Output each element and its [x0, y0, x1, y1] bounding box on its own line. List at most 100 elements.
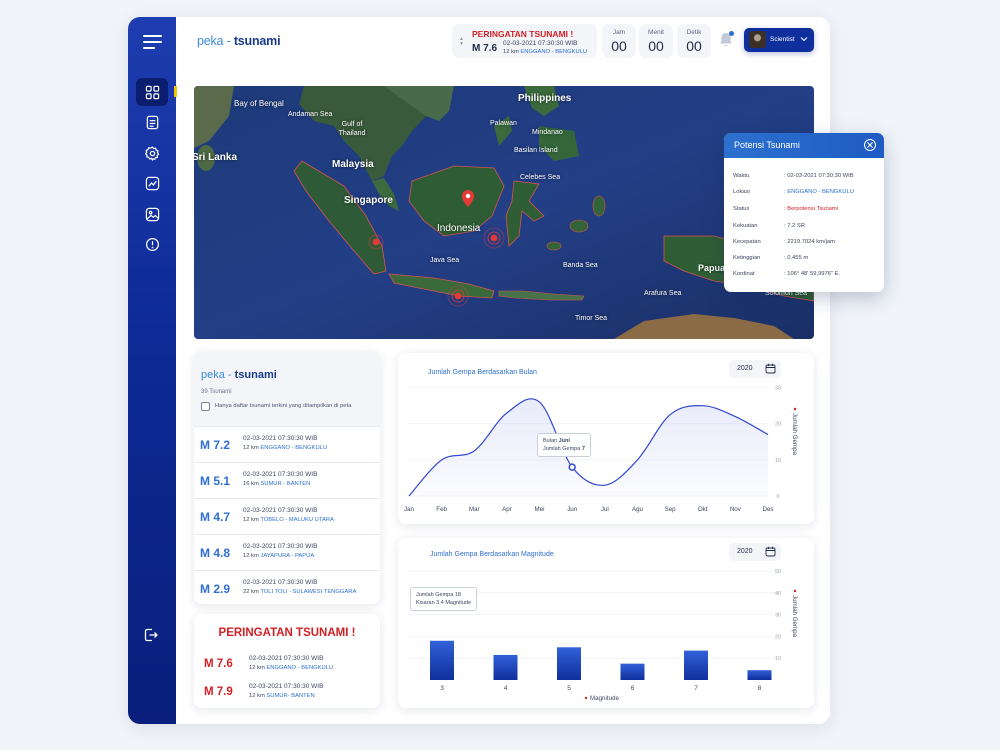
tooltip-value: 7 [581, 446, 585, 452]
y-tick-label: 20 [775, 422, 781, 428]
list-item-magnitude: M 4.7 [200, 510, 231, 524]
tooltip-label: Bulan [543, 438, 558, 444]
x-tick-label: Jan [404, 506, 415, 513]
list-item[interactable]: M 7.2 02-03-2021 07:30:30 WIB 12 km ENGG… [194, 426, 380, 462]
map-label: Singapore [344, 195, 393, 206]
x-tick-label: Feb [436, 506, 447, 513]
map-label: Mindanao [532, 129, 563, 136]
popup-row-value: : 106° 48' 59,9976" E. [784, 271, 841, 277]
year-value: 2020 [737, 365, 753, 372]
user-menu-button[interactable]: Scientist [744, 28, 814, 52]
popup-row-key: Kordinat [733, 271, 755, 277]
x-tick-label: 5 [567, 685, 571, 692]
data-point [568, 463, 576, 471]
popup-row: Kecepatan: 2219.7024 km/jam [733, 239, 835, 245]
list-header: peka - tsunami 39 Tsunami Hanya daftar t… [194, 352, 380, 426]
alert-scroll-icon[interactable]: ▲ ▼ [459, 37, 464, 47]
y-tick-label: 30 [775, 613, 781, 619]
filter-checkbox[interactable] [201, 402, 210, 411]
popup-row-key: Kecepatan [733, 239, 761, 245]
list-item-distance: 22 km [243, 589, 259, 595]
popup-row: Ketinggian: 0.455 m [733, 255, 808, 261]
menu-icon[interactable] [143, 35, 162, 49]
x-tick-label: 8 [758, 685, 762, 692]
list-item-magnitude: M 7.2 [200, 438, 231, 452]
trend-chart-icon [145, 176, 159, 190]
y-tick-label: 50 [775, 569, 781, 575]
y-tick-label: 0 [776, 494, 779, 500]
notification-button[interactable] [717, 30, 735, 50]
header-tsunami-alert[interactable]: PERINGATAN TSUNAMI ! ▲ ▼ M 7.6 02-03-2021… [452, 24, 597, 58]
bar [620, 663, 645, 680]
tooltip-line2: Jumlah Gempa 7 [543, 445, 585, 453]
logo-text-part2: tsunami [233, 34, 281, 48]
list-item-datetime: 02-03-2021 07:30:30 WIB [243, 507, 318, 514]
tsunami-map[interactable]: Bay of Bengal Andaman Sea Gulf of Thaila… [194, 86, 814, 339]
year-selector[interactable]: 2020 [729, 360, 781, 378]
x-tick-label: 6 [631, 685, 635, 692]
tooltip-line2: Kisaran 3.4 Magnitude [416, 600, 472, 606]
sidebar-item-settings[interactable] [136, 139, 168, 167]
logo-separator: - [223, 34, 234, 48]
bar [430, 640, 454, 680]
close-icon [866, 141, 873, 148]
sidebar-item-reports[interactable] [136, 108, 168, 136]
calendar-icon [765, 363, 776, 374]
legend-dot [793, 589, 797, 593]
app-logo[interactable]: peka - tsunami [197, 34, 281, 48]
dashboard-icon [145, 85, 159, 99]
sidebar-item-gallery[interactable] [136, 200, 168, 228]
list-item-magnitude: M 2.9 [200, 582, 231, 596]
map-label: Bay of Bengal [234, 99, 284, 108]
map-label: Indonesia [437, 223, 481, 234]
countdown-minutes: Menit 00 [639, 24, 673, 58]
popup-row: Status: Berpotensi Tsunami [733, 206, 838, 212]
year-selector[interactable]: 2020 [729, 543, 781, 561]
popup-title: Potensi Tsunami [724, 133, 884, 158]
tooltip-label: Jumlah Gempa [543, 446, 581, 452]
sidebar-item-statistics[interactable] [136, 169, 168, 197]
tsunami-list-panel: peka - tsunami 39 Tsunami Hanya daftar t… [194, 352, 380, 604]
x-tick-label: Nov [730, 506, 742, 513]
close-button[interactable] [864, 139, 876, 151]
y-tick-label: 30 [775, 386, 781, 392]
list-item[interactable]: M 4.7 02-03-2021 07:30:30 WIB 12 km TOBE… [194, 498, 380, 534]
monthly-line-chart: 0 10 20 30 Jan Feb Mar Apr Mei Jun Jul Agu Sep Okt Nov… [404, 386, 798, 513]
avatar [749, 31, 766, 48]
x-tick-label: Mei [535, 506, 545, 513]
list-item-location: JAYAPURA - PAPUA [260, 553, 315, 559]
map-label: Palawan [490, 120, 517, 127]
popup-row-value: : 7.2 SR [784, 223, 805, 229]
list-item[interactable]: M 2.9 02-03-2021 07:30:30 WIB 22 km TOLI… [194, 570, 380, 604]
warning-item[interactable]: M 7.9 02-03-2021 07:30:30 WIB 12 km SUMU… [194, 678, 380, 706]
list-item-datetime: 02-03-2021 07:30:30 WIB [243, 471, 318, 478]
list-item[interactable]: M 4.8 02-03-2021 07:30:30 WIB 12 km JAYA… [194, 534, 380, 570]
warning-item-location: SUMUR- BANTEN [266, 693, 315, 699]
x-axis-label: Magnitude [590, 695, 619, 702]
bar [684, 650, 708, 680]
calendar-icon [765, 546, 776, 557]
sidebar-item-info[interactable] [136, 230, 168, 258]
warning-item[interactable]: M 7.6 02-03-2021 07:30:30 WIB 12 km ENGG… [194, 650, 380, 678]
list-item[interactable]: M 5.1 02-03-2021 07:30:30 WIB 16 km SUMU… [194, 462, 380, 498]
y-tick-label: 10 [775, 458, 781, 464]
list-item-location: TOLI TOLI - SULAWESI TENGGARA [260, 589, 357, 595]
document-icon [146, 115, 158, 129]
sidebar-item-dashboard[interactable] [136, 78, 168, 106]
x-tick-label: Des [762, 506, 773, 513]
line-chart-tooltip: Bulan Juni Jumlah Gempa 7 [537, 433, 591, 457]
x-tick-label: Mar [469, 506, 480, 513]
list-item-datetime: 02-03-2021 07:30:30 WIB [243, 579, 318, 586]
chart-title: Jumlah Gempa Berdasarkan Magnitude [430, 551, 554, 558]
tooltip-line1: Jumlah Gempa 18 [416, 592, 461, 598]
image-icon [145, 207, 159, 221]
x-tick-label: 3 [440, 685, 444, 692]
popup-row-key: Status [733, 206, 750, 212]
chevron-down-icon [800, 37, 808, 42]
y-tick-label: 40 [775, 591, 781, 597]
logout-button[interactable] [143, 627, 159, 643]
popup-row-key: Ketinggian [733, 255, 761, 261]
warning-item-magnitude: M 7.6 [204, 658, 233, 670]
map-label: Java Sea [430, 257, 460, 264]
list-item-distance: 12 km [243, 517, 259, 523]
